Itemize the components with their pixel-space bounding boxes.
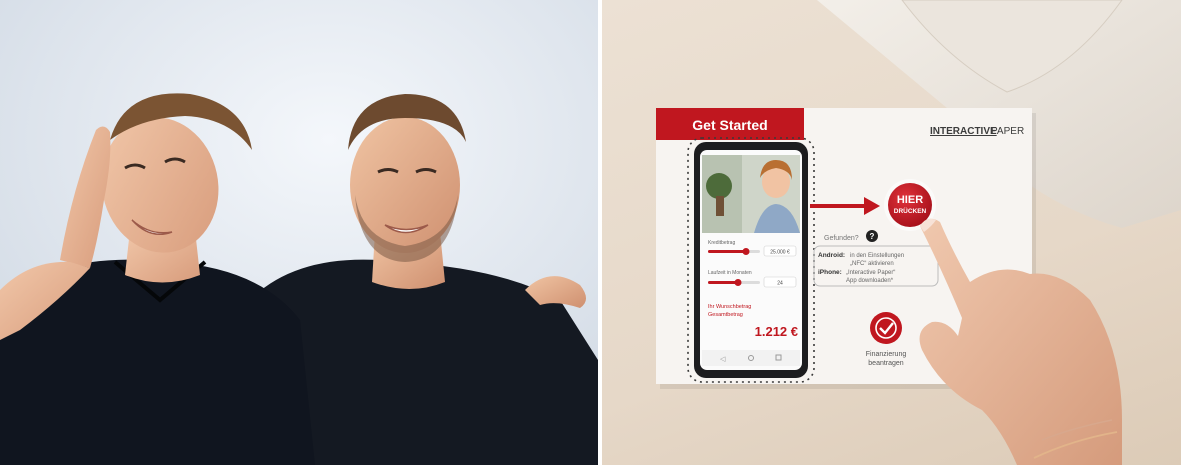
- phone-rate-line1: Ihr Wunschbetrag: [708, 304, 751, 310]
- android-text-line2: „NFC“ aktivieren: [850, 261, 894, 267]
- phone-slider1-value: 25.000 €: [770, 250, 790, 256]
- button-line2: DRÜCKEN: [894, 206, 927, 215]
- phone-amount: 1.212 €: [755, 324, 798, 339]
- svg-text:?: ?: [870, 232, 875, 241]
- phone-rate-line2: Gesamtbetrag: [708, 312, 743, 318]
- android-text-line1: in den Einstellungen: [850, 253, 904, 259]
- brand-interactive: INTERACTIVE: [930, 126, 997, 137]
- finance-line2: beantragen: [868, 360, 904, 367]
- button-line1: HIER: [897, 194, 923, 206]
- svg-text:◁: ◁: [720, 356, 726, 363]
- phone-slider2-label: Laufzeit in Monaten: [708, 270, 752, 276]
- get-started-label: Get Started: [692, 117, 767, 133]
- phone-slider2-value: 24: [777, 281, 783, 287]
- finance-line1: Finanzierung: [866, 351, 907, 358]
- left-photo: [0, 0, 598, 465]
- iphone-text-line1: „Interactive Paper“: [846, 270, 895, 276]
- iphone-label: iPhone:: [818, 269, 842, 276]
- phone-slider1-thumb: [742, 248, 750, 255]
- help-question: Gefunden?: [824, 235, 859, 242]
- smartphone: Kreditbetrag 25.000 € Laufzeit in Monate…: [694, 142, 808, 378]
- android-label: Android:: [818, 252, 845, 259]
- right-photo: Get Started INTERACTIVE PAPER Kreditbetr…: [602, 0, 1181, 465]
- two-men-illustration: [0, 0, 598, 465]
- interactive-card-illustration: Get Started INTERACTIVE PAPER Kreditbetr…: [656, 0, 1181, 465]
- brand-paper: PAPER: [991, 126, 1024, 137]
- finance-check-icon: [870, 312, 902, 344]
- phone-slider2-thumb: [734, 279, 742, 286]
- phone-slider1-label: Kreditbetrag: [708, 240, 735, 246]
- iphone-text-line2: App downloaden*: [846, 278, 894, 284]
